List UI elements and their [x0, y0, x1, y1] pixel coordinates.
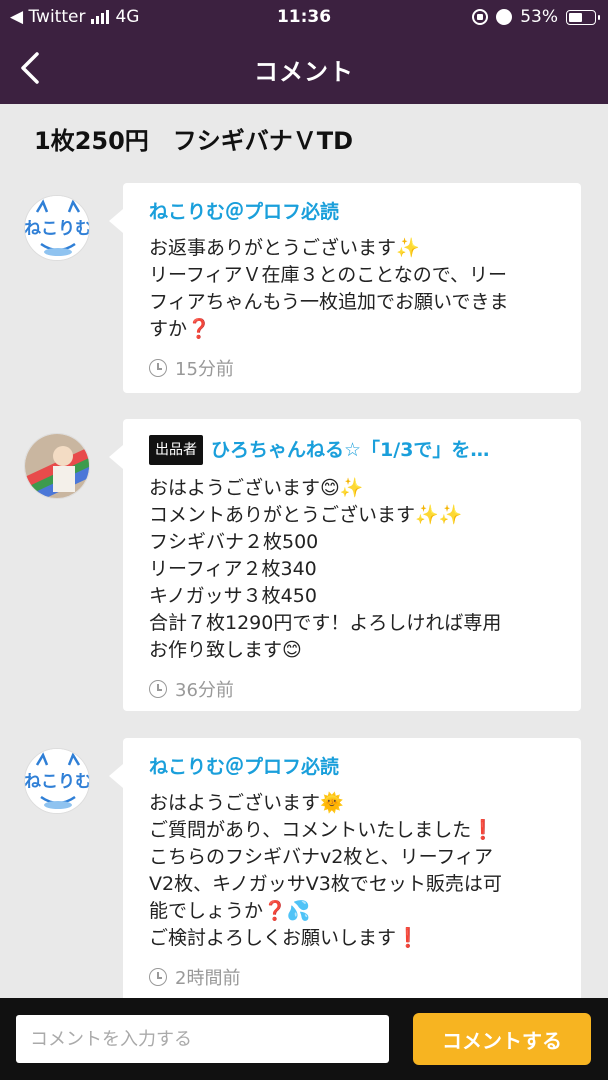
comment-line: ご検討よろしくお願いします❗ — [149, 927, 420, 949]
nav-bar: コメント — [0, 34, 608, 104]
comment-compose-bar: コメントする — [0, 998, 608, 1080]
comment-body: おはようございます🌞 ご質問があり、コメントいたしました❗ こちらのフシギバナv… — [149, 790, 555, 952]
page-title: コメント — [254, 58, 354, 86]
comment-line: 合計７枚1290円です！よろしければ専用 — [149, 612, 502, 634]
comment-line: こちらのフシギバナv2枚と、リーフィア — [149, 846, 494, 868]
avatar[interactable]: ねこりむ — [24, 195, 90, 261]
clock-icon — [149, 968, 167, 986]
comment-author[interactable]: ねこりむ＠プロフ必読 — [149, 199, 339, 225]
comment-line: おはようございます😊✨ — [149, 477, 364, 499]
comment-body: おはようございます😊✨ コメントありがとうございます✨✨ フシギバナ２枚500 … — [149, 475, 555, 664]
comment-line: お作り致します😊 — [149, 639, 302, 661]
comment-author[interactable]: ひろちゃんねる☆「1/3で」を… — [211, 437, 489, 463]
comment-line: キノガッサ３枚450 — [149, 585, 317, 607]
alarm-icon — [496, 9, 513, 25]
svg-text:ねこりむ: ねこりむ — [25, 219, 90, 239]
avatar[interactable]: ねこりむ — [24, 748, 90, 814]
comment-line: おはようございます🌞 — [149, 792, 344, 814]
comment-time: 15分前 — [175, 359, 234, 380]
svg-text:ねこりむ: ねこりむ — [25, 772, 90, 792]
comment-line: フシギバナ２枚500 — [149, 531, 319, 553]
avatar-photo — [25, 434, 89, 498]
seller-badge: 出品者 — [149, 435, 203, 465]
comment-bubble: 出品者 ひろちゃんねる☆「1/3で」を… おはようございます😊✨ コメントありが… — [109, 419, 581, 711]
avatar-cat-drawing: ねこりむ — [25, 196, 90, 260]
comment-line: リーフィアＶ在庫３とのことなので、リー — [149, 264, 507, 286]
avatar-cat-drawing: ねこりむ — [25, 749, 90, 813]
comment-line: コメントありがとうございます✨✨ — [149, 504, 463, 526]
battery-percent: 53% — [520, 7, 558, 27]
comment-author[interactable]: ねこりむ＠プロフ必読 — [149, 754, 339, 780]
avatar[interactable] — [24, 433, 90, 499]
submit-comment-button[interactable]: コメントする — [413, 1013, 591, 1065]
product-title: 1枚250円 フシギバナＶTD — [34, 127, 354, 155]
comment-time: 36分前 — [175, 680, 234, 701]
comment-input[interactable] — [16, 1015, 389, 1063]
orientation-lock-icon — [472, 9, 489, 25]
comment-line: フィアちゃんもう一枚追加でお願いできま — [149, 291, 509, 313]
status-bar: ◀ Twitter 4G 11:36 53% — [0, 0, 608, 34]
comment-line: V2枚、キノガッサV3枚でセット販売は可 — [149, 873, 502, 895]
battery-icon — [566, 9, 600, 25]
comment-line: ご質問があり、コメントいたしました❗ — [149, 819, 495, 841]
clock-icon — [149, 680, 167, 698]
comment-line: すか❓ — [149, 318, 211, 340]
comment-line: お返事ありがとうございます✨ — [149, 237, 420, 259]
comment-line: 能でしょうか❓💦 — [149, 900, 311, 922]
comment-body: お返事ありがとうございます✨ リーフィアＶ在庫３とのことなので、リー フィアちゃ… — [149, 235, 555, 343]
comment-bubble: ねこりむ＠プロフ必読 お返事ありがとうございます✨ リーフィアＶ在庫３とのことな… — [109, 183, 581, 393]
comment-bubble: ねこりむ＠プロフ必読 おはようございます🌞 ご質問があり、コメントいたしました❗… — [109, 738, 581, 1008]
clock-icon — [149, 359, 167, 377]
comment-time: 2時間前 — [175, 968, 241, 989]
comment-line: リーフィア２枚340 — [149, 558, 317, 580]
